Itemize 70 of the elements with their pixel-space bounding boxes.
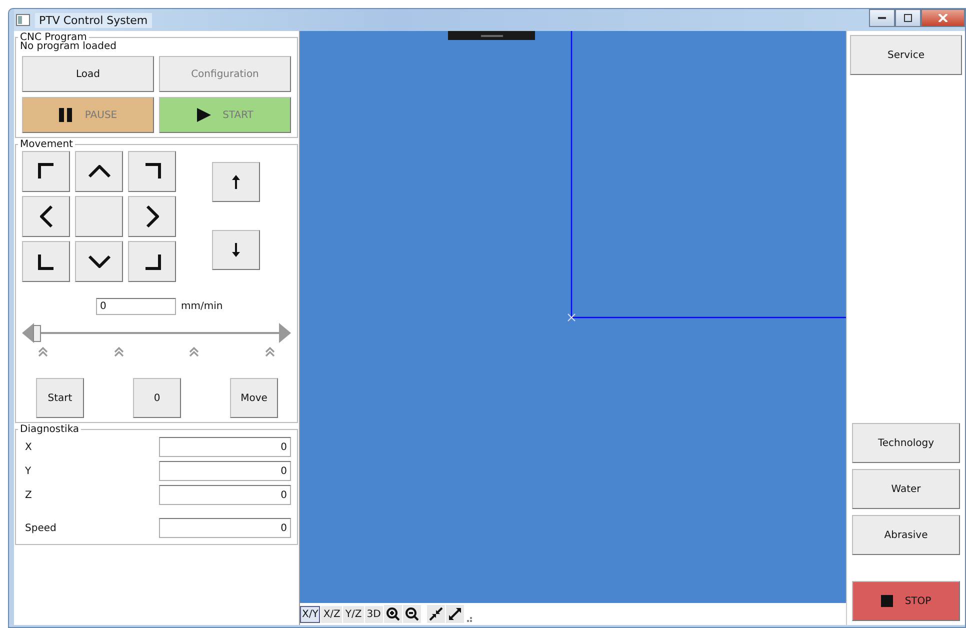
jog-button[interactable] xyxy=(75,241,123,282)
double-chevron-icon xyxy=(264,347,275,357)
chevron-left-icon xyxy=(40,205,52,228)
jog-button[interactable] xyxy=(22,196,70,237)
readout-field[interactable]: 0 xyxy=(159,461,291,481)
readout-field[interactable]: 0 xyxy=(159,518,291,538)
zoom-in-icon[interactable] xyxy=(384,605,402,623)
view-button[interactable]: 3D xyxy=(364,606,383,622)
movement-button[interactable]: Start xyxy=(36,378,84,418)
jog-button[interactable] xyxy=(75,151,123,192)
axis-label: Z xyxy=(25,490,32,500)
corner-icon xyxy=(38,163,54,180)
function-button[interactable]: Abrasive xyxy=(852,515,960,555)
minimize-button[interactable] xyxy=(869,9,895,27)
shrink-icon[interactable] xyxy=(426,605,445,623)
arrow-up-icon xyxy=(232,175,240,189)
group-label: CNC Program xyxy=(19,32,87,43)
pause-icon xyxy=(58,108,73,122)
play-icon xyxy=(196,108,211,122)
movement-button[interactable]: Move xyxy=(230,378,278,418)
program-status: No program loaded xyxy=(20,41,118,52)
slider-thumb[interactable] xyxy=(33,324,41,342)
view-button[interactable]: Y/Z xyxy=(343,606,364,622)
arrow-down-icon xyxy=(232,243,240,257)
maximize-button[interactable] xyxy=(895,9,921,27)
movement-button[interactable]: 0 xyxy=(133,378,181,418)
z-axis-button[interactable] xyxy=(212,162,260,202)
axis-label: Speed xyxy=(25,522,56,534)
chevron-right-icon xyxy=(146,205,158,228)
double-chevron-icon xyxy=(114,347,124,357)
group-label: Diagnostika xyxy=(19,424,80,435)
expand-icon[interactable] xyxy=(446,605,464,623)
axis-label: X xyxy=(25,442,32,452)
jog-button[interactable] xyxy=(22,241,70,282)
stop-icon xyxy=(880,595,893,607)
corner-icon xyxy=(38,253,54,270)
service-button[interactable]: Service xyxy=(850,35,962,75)
speed-field[interactable]: 0 xyxy=(96,298,176,315)
maximize-icon xyxy=(904,14,912,22)
minimize-icon xyxy=(878,17,886,19)
close-icon xyxy=(938,14,948,22)
app-icon xyxy=(16,14,30,26)
group-label: Movement xyxy=(19,139,74,150)
double-chevron-icon xyxy=(189,347,200,357)
program-button[interactable]: Load xyxy=(22,56,154,92)
jog-button[interactable] xyxy=(128,151,176,192)
chevron-up-icon xyxy=(88,165,110,178)
chevron-down-icon xyxy=(88,255,110,268)
zoom-out-icon[interactable] xyxy=(402,605,421,623)
double-chevron-icon xyxy=(38,347,48,357)
axis-label: Y xyxy=(25,466,32,476)
jog-button[interactable] xyxy=(128,196,176,237)
jog-button[interactable] xyxy=(22,151,70,192)
stop-button[interactable]: STOP xyxy=(852,581,960,621)
window-title: PTV Control System xyxy=(35,12,152,28)
slider-right-arrow-icon[interactable] xyxy=(279,323,291,343)
readout-field[interactable]: 0 xyxy=(159,485,291,505)
readout-field[interactable]: 0 xyxy=(159,437,291,457)
function-button[interactable]: Technology xyxy=(852,423,960,463)
z-axis-button[interactable] xyxy=(212,230,260,270)
function-button[interactable]: Water xyxy=(852,469,960,509)
view-button[interactable]: X/Z xyxy=(321,606,342,622)
corner-icon xyxy=(144,253,160,270)
corner-icon xyxy=(144,163,160,180)
view-button[interactable]: X/Y xyxy=(300,606,320,622)
unit-label: mm/min xyxy=(181,301,223,312)
panel-handle[interactable] xyxy=(448,31,535,40)
resize-grip-icon[interactable] xyxy=(464,615,473,623)
jog-button[interactable] xyxy=(128,241,176,282)
close-button[interactable] xyxy=(921,9,965,27)
